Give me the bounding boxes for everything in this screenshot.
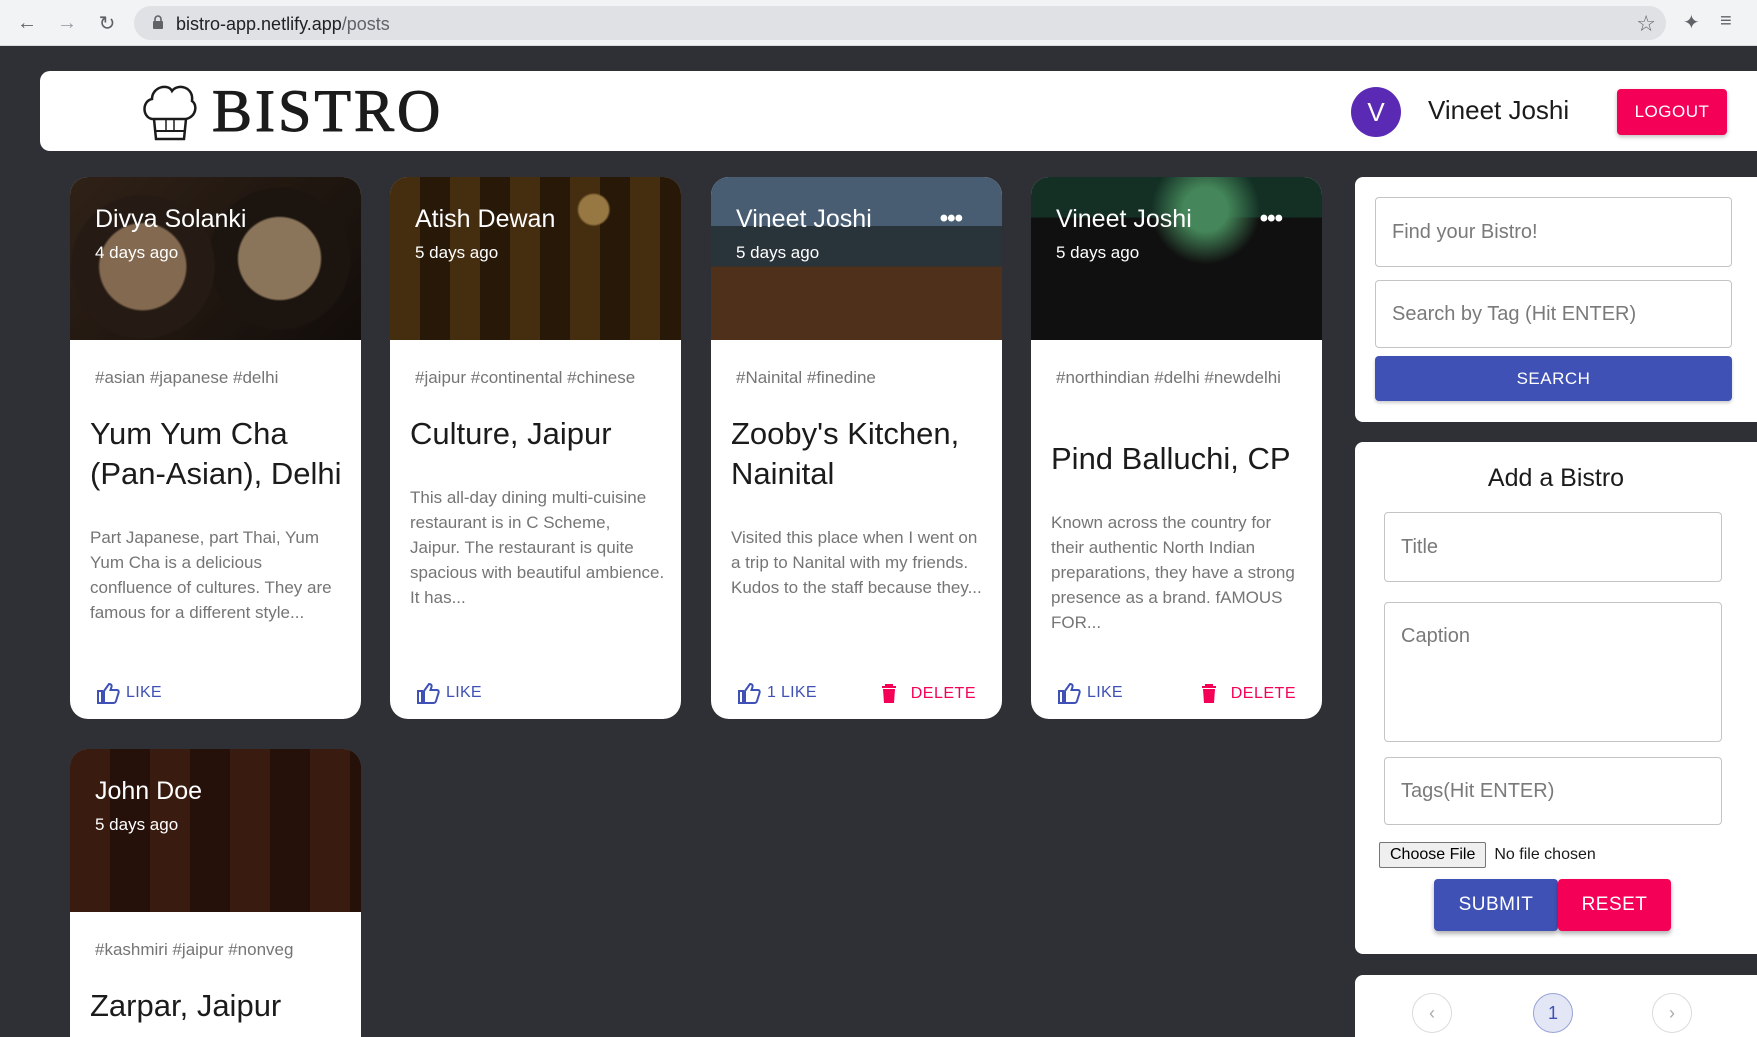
title-input[interactable] [1385,513,1721,581]
post-tags: #kashmiri #jaipur #nonveg [95,940,294,959]
post-time: 4 days ago [95,243,179,262]
user-name: Vineet Joshi [1428,95,1570,125]
post-tags: #Nainital #finedine [736,368,876,387]
post-tags: #asian #japanese #delhi [95,368,279,387]
post-time: 5 days ago [415,243,499,262]
post-card: Atish Dewan 5 days ago #jaipur #continen… [390,177,681,719]
back-arrow-icon[interactable]: ← [12,8,42,38]
url-text: bistro-app.netlify.app/posts [176,14,390,34]
like-button[interactable]: 1 LIKE [737,682,817,704]
like-button[interactable]: LIKE [96,682,162,704]
like-label: LIKE [1087,684,1123,701]
thumb-up-icon [417,682,440,704]
caption-textarea[interactable] [1385,603,1721,741]
post-author: John Doe [95,777,203,805]
post-time: 5 days ago [1056,243,1140,262]
submit-button[interactable]: SUBMIT [1434,879,1558,931]
tags-input[interactable] [1385,758,1721,824]
post-image: Vineet Joshi 5 days ago ••• [1031,177,1322,340]
address-bar[interactable]: bistro-app.netlify.app/posts ☆ [134,6,1666,40]
post-body: Part Japanese, part Thai, Yum Yum Cha is… [90,528,332,622]
next-page-button[interactable]: › [1652,993,1692,1033]
pagination: ‹ 1 › [1355,975,1757,1037]
tags-field[interactable] [1384,757,1722,825]
prev-page-button[interactable]: ‹ [1412,993,1452,1033]
page-1-button[interactable]: 1 [1533,993,1573,1033]
file-upload: Choose File No file chosen [1379,842,1596,868]
post-title: Pind Balluchi, CP [1051,441,1291,476]
reload-icon[interactable]: ↻ [92,8,122,38]
more-options-icon[interactable]: ••• [1260,205,1283,233]
post-body: Known across the country for their authe… [1051,513,1295,632]
caption-field[interactable] [1384,602,1722,742]
post-tags: #jaipur #continental #chinese [415,368,636,387]
post-image: John Doe 5 days ago [70,749,361,912]
bookmark-star-icon[interactable]: ☆ [1636,11,1656,37]
post-image: Divya Solanki 4 days ago [70,177,361,340]
delete-label: DELETE [1230,685,1296,702]
delete-button[interactable]: DELETE [881,684,976,704]
like-label: 1 LIKE [767,684,817,701]
thumb-up-icon [1058,682,1081,704]
avatar[interactable]: V [1351,87,1401,137]
brand-logo-text: BISTRO [211,78,444,145]
more-options-icon[interactable]: ••• [940,205,963,233]
post-body: This all-day dining multi-cuisine restau… [410,488,665,607]
delete-label: DELETE [910,685,976,702]
trash-icon [1201,684,1216,703]
file-status: No file chosen [1494,846,1596,863]
like-label: LIKE [126,684,162,701]
tag-search-field[interactable] [1375,280,1732,348]
delete-button[interactable]: DELETE [1201,684,1296,704]
like-button[interactable]: LIKE [416,682,482,704]
post-author: Vineet Joshi [1056,205,1192,233]
post-title: Culture, Jaipur [410,416,612,451]
like-label: LIKE [446,684,482,701]
form-heading: Add a Bistro [1487,464,1625,492]
logout-button[interactable]: LOGOUT [1617,89,1727,135]
thumb-up-icon [738,682,761,704]
post-body: Visited this place when I went on a trip… [731,528,982,597]
browser-toolbar: ← → ↻ bistro-app.netlify.app/posts ☆ ✦ ≡ [0,0,1757,46]
post-author: Divya Solanki [95,205,247,233]
forward-arrow-icon[interactable]: → [52,8,82,38]
post-author: Vineet Joshi [736,205,872,233]
title-field[interactable] [1384,512,1722,582]
post-card: Vineet Joshi 5 days ago ••• #northindian… [1031,177,1322,719]
search-panel: SEARCH [1355,177,1757,422]
thumb-up-icon [97,682,120,704]
app-header: BISTRO V Vineet Joshi LOGOUT [40,71,1757,151]
extensions-puzzle-icon[interactable]: ✦ [1683,10,1700,35]
post-card: Divya Solanki 4 days ago #asian #japanes… [70,177,361,719]
reset-button[interactable]: RESET [1558,879,1671,931]
lock-icon [153,15,163,29]
add-bistro-form: Add a Bistro Choose File No file chosen … [1355,442,1757,954]
choose-file-button[interactable]: Choose File [1379,842,1487,868]
post-tags: #northindian #delhi #newdelhi [1056,368,1281,387]
post-image: Atish Dewan 5 days ago [390,177,681,340]
post-title: Zarpar, Jaipur [90,988,282,1023]
post-time: 5 days ago [736,243,820,262]
search-button[interactable]: SEARCH [1375,356,1732,401]
chef-hat-icon [143,85,197,141]
find-bistro-field[interactable] [1375,197,1732,267]
tag-search-input[interactable] [1376,281,1731,347]
post-title: Zooby's Kitchen, Nainital [731,416,960,491]
post-title: Yum Yum Cha (Pan-Asian), Delhi [90,416,342,491]
post-time: 5 days ago [95,815,179,834]
like-button[interactable]: LIKE [1057,682,1123,704]
trash-icon [881,684,896,703]
post-card: Vineet Joshi 5 days ago ••• #Nainital #f… [711,177,1002,719]
post-card: John Doe 5 days ago #kashmiri #jaipur #n… [70,749,361,1037]
find-bistro-input[interactable] [1376,198,1731,266]
post-image: Vineet Joshi 5 days ago ••• [711,177,1002,340]
media-queue-icon[interactable]: ≡ [1720,10,1732,33]
post-author: Atish Dewan [415,205,556,233]
